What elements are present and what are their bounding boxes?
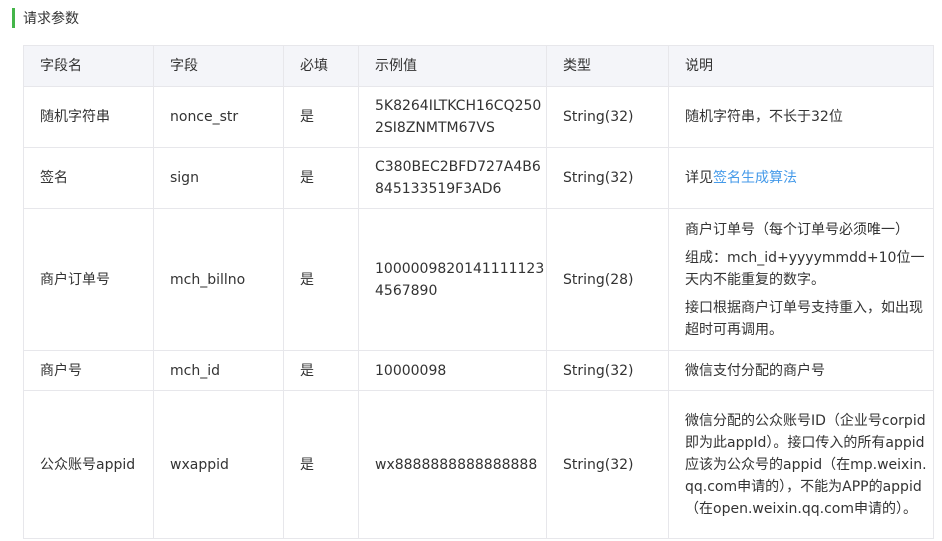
cell-required: 是 (283, 86, 359, 148)
cell-type: String(32) (546, 350, 669, 391)
description-line: 接口根据商户订单号支持重入，如出现超时可再调用。 (685, 299, 923, 338)
cell-name: 签名 (23, 147, 154, 209)
header-field-name: 字段名 (23, 45, 154, 87)
description-prefix: 详见 (685, 170, 713, 186)
cell-description: 微信分配的公众账号ID（企业号corpid即为此appId）。接口传入的所有ap… (668, 390, 934, 539)
cell-description: 微信支付分配的商户号 (668, 350, 934, 391)
signature-algorithm-link[interactable]: 签名生成算法 (713, 170, 797, 186)
cell-example: 10000098201411111234567890 (358, 208, 547, 351)
description-line: 组成：mch_id+yyyymmdd+10位一天内不能重复的数字。 (685, 249, 925, 288)
table-row: 签名 sign 是 C380BEC2BFD727A4B6845133519F3A… (23, 147, 934, 209)
cell-field: mch_billno (153, 208, 284, 351)
cell-example: C380BEC2BFD727A4B6845133519F3AD6 (358, 147, 547, 209)
cell-example: 10000098 (358, 350, 547, 391)
cell-required: 是 (283, 147, 359, 209)
cell-name: 商户号 (23, 350, 154, 391)
header-required: 必填 (283, 45, 359, 87)
header-example: 示例值 (358, 45, 547, 87)
table-row: 公众账号appid wxappid 是 wx8888888888888888 S… (23, 390, 934, 539)
cell-required: 是 (283, 390, 359, 539)
cell-name: 商户订单号 (23, 208, 154, 351)
cell-type: String(32) (546, 86, 669, 148)
cell-field: wxappid (153, 390, 284, 539)
table-row: 随机字符串 nonce_str 是 5K8264ILTKCH16CQ2502SI… (23, 86, 934, 148)
header-type: 类型 (546, 45, 669, 87)
cell-description: 详见签名生成算法 (668, 147, 934, 209)
section-title: 请求参数 (12, 8, 79, 28)
cell-required: 是 (283, 208, 359, 351)
cell-type: String(32) (546, 147, 669, 209)
cell-description: 随机字符串，不长于32位 (668, 86, 934, 148)
cell-field: sign (153, 147, 284, 209)
cell-type: String(32) (546, 390, 669, 539)
cell-description: 商户订单号（每个订单号必须唯一） 组成：mch_id+yyyymmdd+10位一… (668, 208, 934, 351)
table-row: 商户号 mch_id 是 10000098 String(32) 微信支付分配的… (23, 350, 934, 391)
request-params-table: 字段名 字段 必填 示例值 类型 说明 随机字符串 nonce_str 是 5K… (23, 45, 934, 539)
header-field: 字段 (153, 45, 284, 87)
cell-name: 随机字符串 (23, 86, 154, 148)
cell-field: mch_id (153, 350, 284, 391)
cell-required: 是 (283, 350, 359, 391)
table-row: 商户订单号 mch_billno 是 100000982014111112345… (23, 208, 934, 351)
cell-example: 5K8264ILTKCH16CQ2502SI8ZNMTM67VS (358, 86, 547, 148)
cell-type: String(28) (546, 208, 669, 351)
cell-name: 公众账号appid (23, 390, 154, 539)
cell-example: wx8888888888888888 (358, 390, 547, 539)
header-description: 说明 (668, 45, 934, 87)
cell-field: nonce_str (153, 86, 284, 148)
table-header-row: 字段名 字段 必填 示例值 类型 说明 (23, 45, 934, 87)
description-line: 商户订单号（每个订单号必须唯一） (685, 221, 909, 238)
